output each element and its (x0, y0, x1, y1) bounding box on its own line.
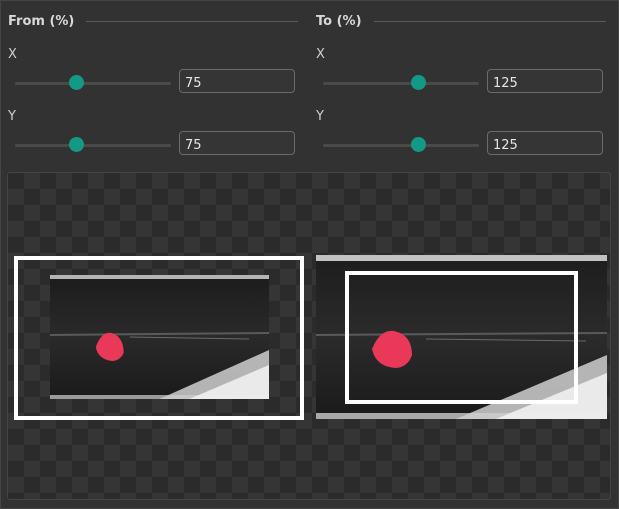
to-x-label: X (316, 47, 325, 62)
to-header: To (%) (316, 14, 606, 29)
to-title: To (%) (316, 14, 362, 29)
slider-track (323, 144, 479, 147)
slider-thumb[interactable] (68, 137, 84, 152)
slider-thumb[interactable] (68, 75, 84, 90)
to-x-slider[interactable] (323, 75, 479, 91)
from-header: From (%) (8, 14, 298, 29)
preview-area (7, 172, 611, 500)
to-y-slider[interactable] (323, 137, 479, 153)
from-title: From (%) (8, 14, 75, 29)
from-x-input[interactable] (179, 69, 295, 93)
to-crop-box[interactable] (345, 271, 578, 404)
from-y-slider[interactable] (15, 137, 171, 153)
from-y-input[interactable] (179, 131, 295, 155)
slider-track (15, 144, 171, 147)
slider-track (15, 82, 171, 85)
from-crop-box[interactable] (14, 256, 304, 420)
from-x-slider[interactable] (15, 75, 171, 91)
slider-thumb[interactable] (411, 75, 427, 90)
to-y-input[interactable] (487, 131, 603, 155)
section-divider (373, 21, 606, 22)
to-x-input[interactable] (487, 69, 603, 93)
to-y-label: Y (316, 109, 324, 124)
from-x-label: X (8, 47, 17, 62)
slider-thumb[interactable] (411, 137, 427, 152)
slider-track (323, 82, 479, 85)
section-divider (86, 21, 298, 22)
from-y-label: Y (8, 109, 16, 124)
